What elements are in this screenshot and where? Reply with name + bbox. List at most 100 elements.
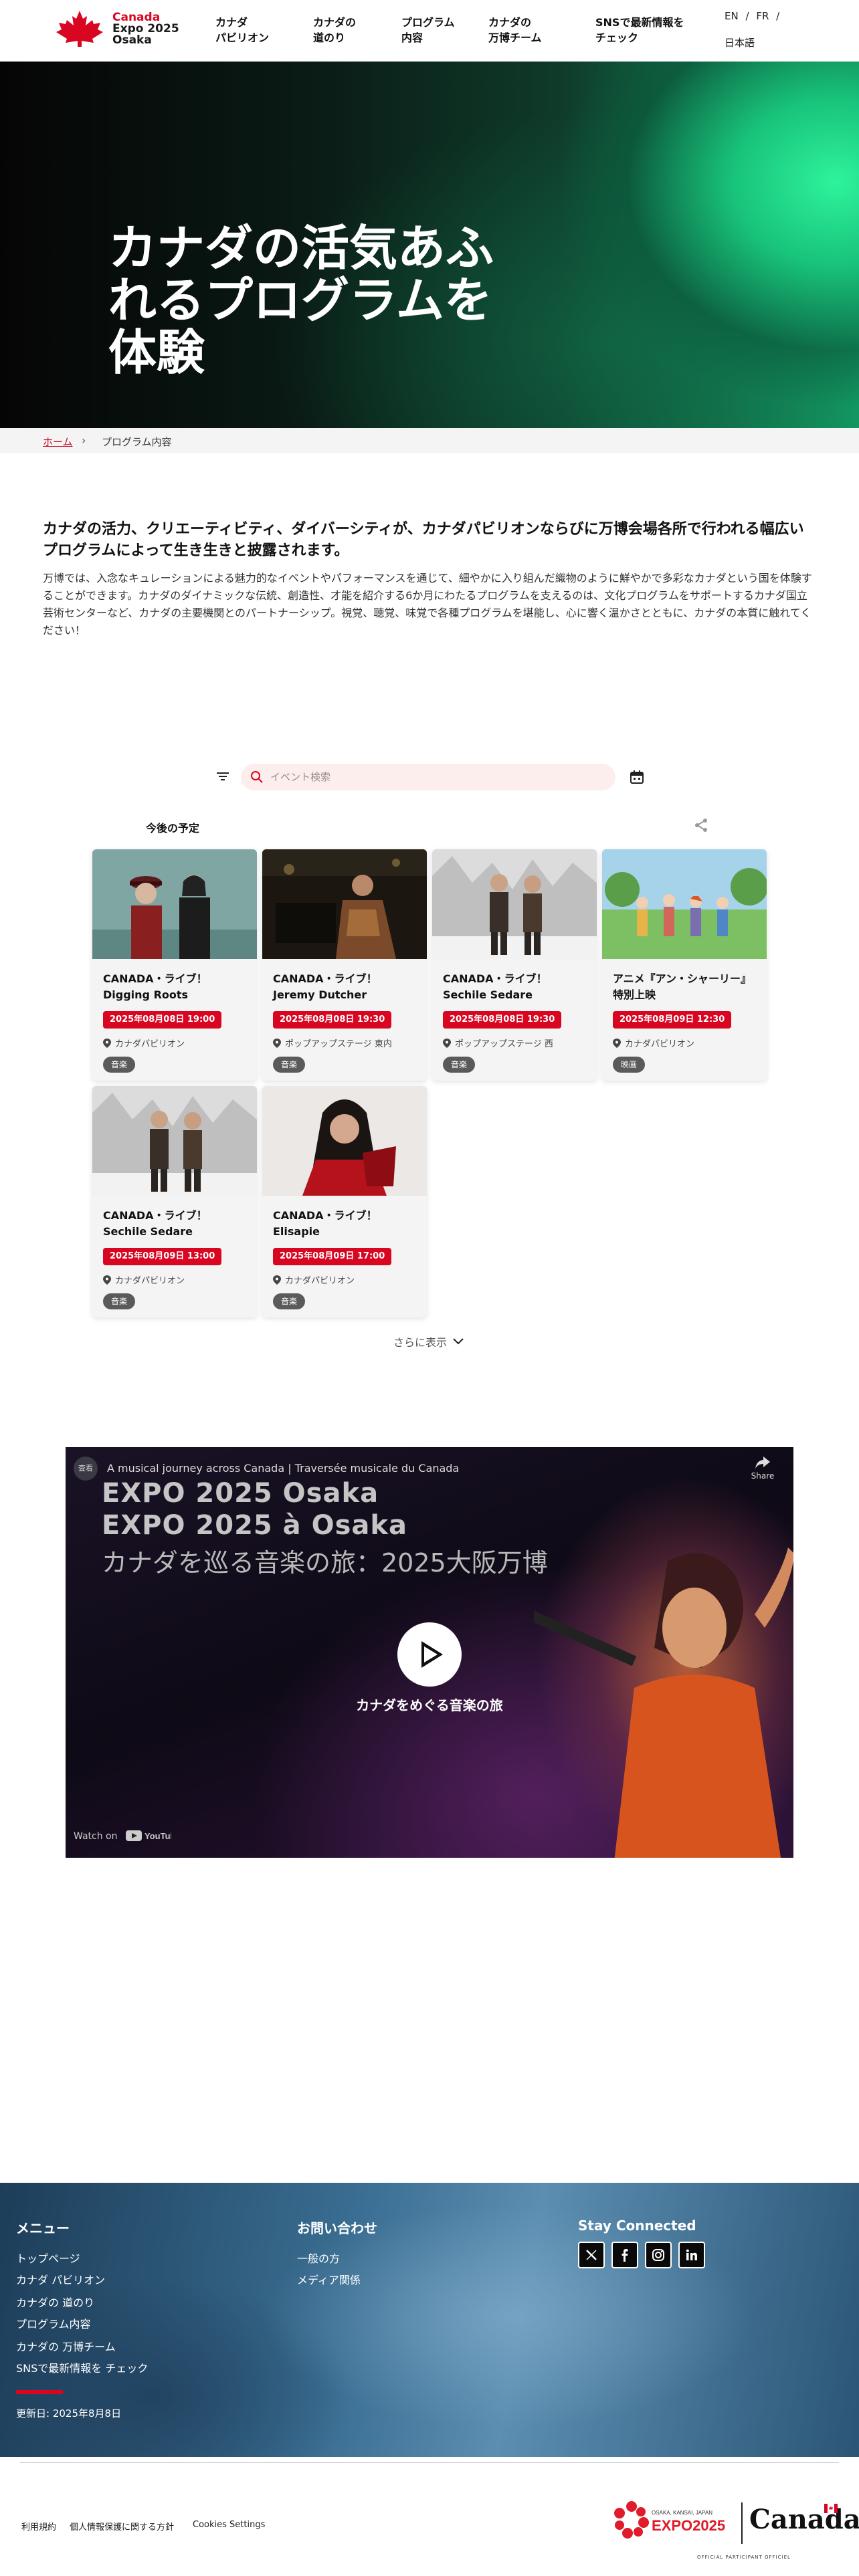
event-date-badge: 2025年08月08日 19:00 — [103, 1011, 222, 1029]
site-header: Canada Expo 2025 Osaka カナダ パビリオン カナダの 道の… — [0, 0, 859, 62]
intro-body: 万博では、入念なキュレーションによる魅力的なイベントやパフォーマンスを通じて、細… — [43, 572, 812, 637]
lang-separator: / — [745, 10, 749, 22]
event-date-badge: 2025年08月08日 19:30 — [443, 1011, 562, 1029]
footer-link-program[interactable]: プログラム内容 — [16, 2315, 91, 2331]
breadcrumb-home[interactable]: ホーム — [43, 435, 73, 449]
video-share-button[interactable]: Share — [749, 1457, 776, 1481]
location-pin-icon — [103, 1039, 111, 1048]
search-icon — [251, 771, 263, 783]
nav-program[interactable]: プログラム 内容 — [401, 15, 455, 45]
location-pin-icon — [103, 1275, 111, 1285]
event-category-tag: 音楽 — [443, 1057, 476, 1073]
event-card[interactable]: アニメ『アン・シャーリー』 特別上映 2025年08月09日 12:30 カナダ… — [602, 849, 767, 1081]
search-input[interactable] — [270, 764, 605, 790]
canada-wordmark: Canada — [749, 2504, 859, 2535]
video-caption: カナダをめぐる音楽の旅 — [356, 1697, 503, 1713]
location-pin-icon — [443, 1039, 451, 1048]
event-card[interactable]: CANADA・ライブ！ Digging Roots 2025年08月08日 19… — [92, 849, 257, 1081]
event-category-tag: 音楽 — [273, 1057, 306, 1073]
show-more-button[interactable]: さらに表示 — [393, 1333, 464, 1350]
youtube-icon: YouTube — [125, 1830, 171, 1841]
event-photo — [432, 849, 597, 959]
event-location: ポップアップステージ 西 — [455, 1039, 553, 1049]
facebook-icon[interactable] — [611, 2242, 638, 2268]
expo-logo-main-text: EXPO2025 — [652, 2517, 725, 2534]
youtube-wordmark: YouTube — [145, 1831, 171, 1841]
event-location: カナダパビリオン — [115, 1276, 185, 1286]
footer-link-top[interactable]: トップページ — [16, 2250, 80, 2266]
event-date-badge: 2025年08月09日 12:30 — [613, 1011, 732, 1029]
official-participant-text: OFFICIAL PARTICIPANT OFFICIEL — [697, 2555, 791, 2560]
intro-lead: カナダの活力、クリエーティビティ、ダイバーシティが、カナダパビリオンならびに万博… — [43, 521, 804, 559]
video-overlay-line2: EXPO 2025 à Osaka — [102, 1510, 407, 1541]
location-pin-icon — [273, 1039, 281, 1048]
event-card[interactable]: CANADA・ライブ！ Elisapie 2025年08月09日 17:00 カ… — [262, 1086, 427, 1317]
nav-canada-journey[interactable]: カナダの 道のり — [313, 15, 356, 45]
filter-icon[interactable] — [215, 769, 230, 784]
event-photo — [92, 849, 257, 959]
video-share-label: Share — [751, 1471, 775, 1481]
expo-logo-top-text: OSAKA, KANSAI, JAPAN — [652, 2510, 712, 2516]
chevron-down-icon — [453, 1338, 464, 1345]
share-icon[interactable] — [693, 817, 709, 833]
video-title[interactable]: A musical journey across Canada | Traver… — [107, 1462, 459, 1475]
canada-flag-icon — [824, 2504, 838, 2513]
event-photo — [602, 849, 767, 959]
footer-link-media[interactable]: メディア関係 — [297, 2271, 361, 2287]
hero-title: カナダの活気あふれるプログラムを体験 — [108, 220, 494, 381]
divider — [20, 2462, 839, 2463]
event-category-tag: 音楽 — [273, 1293, 306, 1309]
channel-icon[interactable]: 査看 — [74, 1457, 98, 1481]
footer-social-heading: Stay Connected — [578, 2218, 696, 2234]
footer-link-general[interactable]: 一般の方 — [297, 2250, 340, 2266]
event-category-tag: 映画 — [613, 1057, 646, 1073]
breadcrumb: ホーム › プログラム内容 — [0, 428, 859, 453]
event-title: CANADA・ライブ！ Sechile Sedare — [443, 972, 547, 1001]
chevron-right-icon: › — [82, 434, 86, 447]
footer-link-pavilion[interactable]: カナダ パビリオン — [16, 2271, 105, 2287]
video-player[interactable]: 査看 A musical journey across Canada | Tra… — [66, 1447, 793, 1858]
nav-expo-team[interactable]: カナダの 万博チーム — [488, 15, 542, 45]
event-title: CANADA・ライブ！ Sechile Sedare — [103, 1209, 207, 1238]
event-date-badge: 2025年08月09日 13:00 — [103, 1248, 222, 1265]
footer-updated-date: 更新日: 2025年8月8日 — [16, 2407, 122, 2420]
watch-on-youtube[interactable]: Watch on YouTube — [74, 1830, 171, 1842]
footer-red-bar — [16, 2390, 63, 2394]
event-location: カナダパビリオン — [625, 1039, 695, 1049]
instagram-icon[interactable] — [645, 2242, 672, 2268]
site-footer: メニュー トップページ カナダ パビリオン カナダの 道のり プログラム内容 カ… — [0, 2183, 859, 2457]
privacy-link[interactable]: 個人情報保護に関する方針 — [70, 2520, 174, 2533]
lang-en[interactable]: EN — [725, 10, 739, 22]
event-card[interactable]: CANADA・ライブ！ Sechile Sedare 2025年08月08日 1… — [432, 849, 597, 1081]
footer-link-sns[interactable]: SNSで最新情報を チェック — [16, 2359, 148, 2375]
footer-bottom-bar: 利用規約 個人情報保護に関する方針 Cookies Settings OSAKA… — [0, 2457, 859, 2576]
canada-expo-logo[interactable]: Canada Expo 2025 Osaka — [54, 8, 187, 48]
search-box — [241, 764, 615, 790]
show-more-label: さらに表示 — [393, 1336, 448, 1349]
footer-menu-heading: メニュー — [16, 2220, 70, 2236]
footer-link-journey[interactable]: カナダの 道のり — [16, 2294, 94, 2310]
event-title: CANADA・ライブ！ Digging Roots — [103, 972, 207, 1001]
breadcrumb-current: プログラム内容 — [102, 436, 172, 448]
lang-fr[interactable]: FR — [756, 10, 769, 22]
play-button[interactable] — [397, 1622, 462, 1687]
event-date-badge: 2025年08月08日 19:30 — [273, 1011, 392, 1029]
event-photo — [92, 1086, 257, 1196]
footer-link-team[interactable]: カナダの 万博チーム — [16, 2338, 116, 2354]
event-card[interactable]: CANADA・ライブ！ Sechile Sedare 2025年08月09日 1… — [92, 1086, 257, 1317]
location-pin-icon — [273, 1275, 281, 1285]
share-arrow-icon — [755, 1457, 770, 1469]
maple-leaf-icon — [56, 11, 103, 47]
lang-ja[interactable]: 日本語 — [725, 37, 755, 49]
cookie-settings-link[interactable]: Cookies Settings — [193, 2520, 265, 2530]
event-location: ポップアップステージ 東内 — [285, 1039, 392, 1049]
event-card[interactable]: CANADA・ライブ！ Jeremy Dutcher 2025年08月08日 1… — [262, 849, 427, 1081]
nav-sns[interactable]: SNSで最新情報を チェック — [595, 15, 684, 45]
event-location: カナダパビリオン — [115, 1039, 185, 1049]
terms-link[interactable]: 利用規約 — [21, 2520, 56, 2533]
x-icon[interactable] — [578, 2242, 605, 2268]
linkedin-icon[interactable] — [678, 2242, 705, 2268]
calendar-icon[interactable] — [629, 769, 645, 785]
nav-canada-pavilion[interactable]: カナダ パビリオン — [215, 15, 269, 45]
event-date-badge: 2025年08月09日 17:00 — [273, 1248, 392, 1265]
